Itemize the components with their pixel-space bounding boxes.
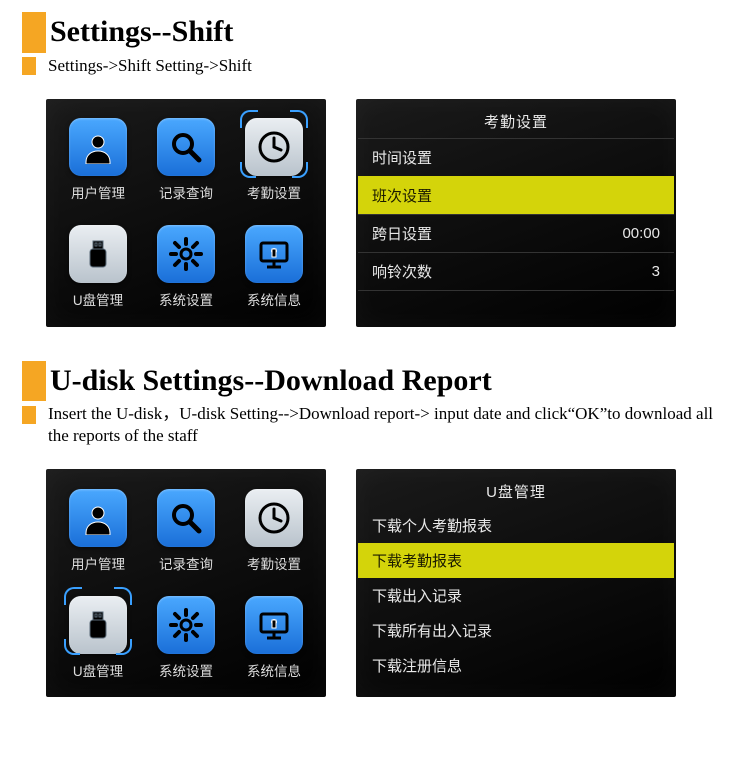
- clock-icon: [245, 118, 303, 176]
- list-item-label: 响铃次数: [372, 261, 432, 282]
- list-item[interactable]: 下载个人考勤报表: [358, 508, 674, 543]
- usb-icon: [69, 596, 127, 654]
- app-label: 系统信息: [247, 289, 301, 309]
- app-usb[interactable]: U盘管理: [56, 218, 140, 317]
- list-item-value: 00:00: [622, 225, 660, 242]
- list-item[interactable]: 响铃次数 3: [358, 252, 674, 291]
- user-icon: [69, 118, 127, 176]
- sub-accent: [22, 57, 36, 75]
- list-item[interactable]: 下载所有出入记录: [358, 613, 674, 648]
- list-item[interactable]: 跨日设置 00:00: [358, 214, 674, 252]
- app-user[interactable]: 用户管理: [56, 481, 140, 580]
- device-grid-screen: 用户管理 记录查询 考勤设置 U盘管理 系统设置 系统信息: [46, 99, 326, 327]
- list-item-label: 下载出入记录: [372, 585, 462, 606]
- search-icon: [157, 489, 215, 547]
- app-label: 系统信息: [247, 660, 301, 680]
- device-list-screen: 考勤设置 时间设置班次设置跨日设置 00:00 响铃次数 3: [356, 99, 676, 327]
- app-label: 用户管理: [71, 553, 125, 573]
- app-label: 考勤设置: [247, 182, 301, 202]
- list-item[interactable]: 下载出入记录: [358, 578, 674, 613]
- device-list-screen: U盘管理 下载个人考勤报表下载考勤报表下载出入记录下载所有出入记录下载注册信息: [356, 469, 676, 697]
- list-item[interactable]: 班次设置: [358, 176, 674, 214]
- heading-accent: [22, 12, 46, 53]
- app-search[interactable]: 记录查询: [144, 111, 228, 210]
- section-shift: Settings--Shift Settings->Shift Setting-…: [0, 12, 750, 327]
- app-label: 记录查询: [159, 182, 213, 202]
- app-gear[interactable]: 系统设置: [144, 218, 228, 317]
- description-row: Insert the U-disk，U-disk Setting-->Downl…: [22, 403, 750, 447]
- user-icon: [69, 489, 127, 547]
- list-item-label: 班次设置: [372, 185, 432, 206]
- screenshots-row: 用户管理 记录查询 考勤设置 U盘管理 系统设置 系统信息 考勤设置 时间设置班次设置跨日…: [46, 99, 750, 327]
- heading-row: U-disk Settings--Download Report: [22, 361, 750, 402]
- screenshots-row: 用户管理记录查询考勤设置U盘管理系统设置系统信息 U盘管理 下载个人考勤报表下载…: [46, 469, 750, 697]
- breadcrumb: Settings->Shift Setting->Shift: [48, 55, 252, 77]
- heading-accent: [22, 361, 46, 402]
- list-title: U盘管理: [358, 477, 674, 508]
- udisk-list: 下载个人考勤报表下载考勤报表下载出入记录下载所有出入记录下载注册信息: [358, 508, 674, 683]
- app-grid: 用户管理 记录查询 考勤设置 U盘管理 系统设置 系统信息: [56, 481, 316, 687]
- app-gear[interactable]: 系统设置: [144, 588, 228, 687]
- list-item-label: 下载注册信息: [372, 655, 462, 676]
- gear-icon: [157, 596, 215, 654]
- app-clock[interactable]: 考勤设置: [232, 481, 316, 580]
- breadcrumb-row: Settings->Shift Setting->Shift: [22, 55, 750, 77]
- app-label: 系统设置: [159, 289, 213, 309]
- app-search[interactable]: 记录查询: [144, 481, 228, 580]
- app-label: 考勤设置: [247, 553, 301, 573]
- app-label: 系统设置: [159, 660, 213, 680]
- app-label: 用户管理: [71, 182, 125, 202]
- list-item-label: 下载考勤报表: [372, 550, 462, 571]
- monitor-icon: [245, 596, 303, 654]
- app-monitor[interactable]: 系统信息: [232, 588, 316, 687]
- list-item-label: 跨日设置: [372, 223, 432, 244]
- app-label: U盘管理: [73, 289, 123, 309]
- list-item-label: 时间设置: [372, 147, 432, 168]
- section-description: Insert the U-disk，U-disk Setting-->Downl…: [48, 403, 728, 447]
- search-icon: [157, 118, 215, 176]
- list-item-label: 下载所有出入记录: [372, 620, 492, 641]
- app-label: U盘管理: [73, 660, 123, 680]
- section-title: Settings--Shift: [50, 12, 233, 53]
- list-item-value: 3: [652, 263, 660, 280]
- app-user[interactable]: 用户管理: [56, 111, 140, 210]
- list-title: 考勤设置: [358, 107, 674, 138]
- gear-icon: [157, 225, 215, 283]
- section-udisk: U-disk Settings--Download Report Insert …: [0, 361, 750, 698]
- device-grid-screen: 用户管理 记录查询 考勤设置 U盘管理 系统设置 系统信息: [46, 469, 326, 697]
- section-title: U-disk Settings--Download Report: [50, 361, 492, 402]
- settings-list: 时间设置班次设置跨日设置 00:00 响铃次数 3: [358, 138, 674, 291]
- usb-icon: [69, 225, 127, 283]
- list-item[interactable]: 时间设置: [358, 138, 674, 176]
- monitor-icon: [245, 225, 303, 283]
- clock-icon: [245, 489, 303, 547]
- app-label: 记录查询: [159, 553, 213, 573]
- list-item[interactable]: 下载注册信息: [358, 648, 674, 683]
- list-item[interactable]: 下载考勤报表: [358, 543, 674, 578]
- heading-row: Settings--Shift: [22, 12, 750, 53]
- app-grid: 用户管理 记录查询 考勤设置 U盘管理 系统设置 系统信息: [56, 111, 316, 317]
- app-usb[interactable]: U盘管理: [56, 588, 140, 687]
- app-clock[interactable]: 考勤设置: [232, 111, 316, 210]
- sub-accent: [22, 406, 36, 424]
- list-item-label: 下载个人考勤报表: [372, 515, 492, 536]
- app-monitor[interactable]: 系统信息: [232, 218, 316, 317]
